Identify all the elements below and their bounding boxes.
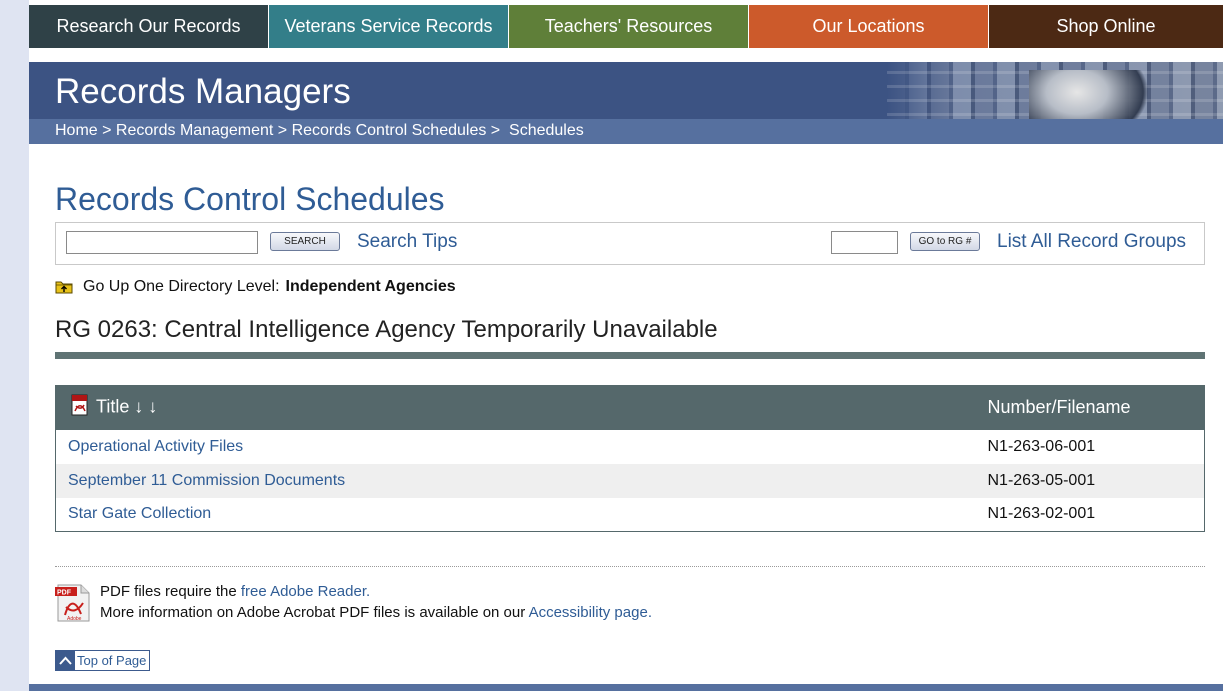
search-tips-link[interactable]: Search Tips	[357, 231, 457, 253]
table-row: September 11 Commission Documents N1-263…	[55, 463, 1205, 498]
go-to-rg-button[interactable]: GO to RG #	[910, 232, 980, 251]
svg-text:Adobe: Adobe	[67, 616, 82, 622]
breadcrumb-records-management[interactable]: Records Management	[116, 122, 273, 139]
pdf-note-period: .	[647, 604, 652, 621]
pdf-icon	[70, 394, 90, 421]
table-row: Star Gate Collection N1-263-02-001	[56, 498, 1205, 532]
adobe-reader-link[interactable]: free Adobe Reader	[241, 583, 366, 600]
top-of-page-label: Top of Page	[77, 653, 147, 668]
banner-title: Records Managers	[55, 72, 351, 111]
column-header-number: Number/Filename	[987, 397, 1131, 418]
page-title: Records Control Schedules	[55, 181, 445, 217]
column-header-title-label: Title ↓ ↓	[96, 396, 158, 417]
top-navigation: Research Our Records Veterans Service Re…	[29, 0, 1223, 49]
nav-tab-our-locations[interactable]: Our Locations	[749, 5, 988, 48]
top-of-page-link[interactable]: Top of Page	[55, 650, 151, 671]
page: Research Our Records Veterans Service Re…	[29, 0, 1223, 691]
pdf-note-line-1: PDF files require the free Adobe Reader.	[100, 583, 370, 600]
schedule-title-link[interactable]: Operational Activity Files	[56, 430, 986, 464]
nav-tab-veterans-service-records[interactable]: Veterans Service Records	[269, 5, 508, 48]
schedule-number: N1-263-02-001	[987, 505, 1096, 523]
accessibility-page-link[interactable]: Accessibility page	[529, 604, 648, 621]
schedule-title-link[interactable]: Star Gate Collection	[56, 498, 986, 532]
list-all-record-groups-link[interactable]: List All Record Groups	[997, 231, 1186, 253]
bottom-bar	[29, 684, 1223, 691]
breadcrumb-separator: >	[97, 122, 116, 139]
adobe-pdf-icon: PDF Adobe	[55, 583, 92, 623]
breadcrumb-separator: >	[273, 122, 292, 139]
go-up-label: Go Up One Directory Level:	[83, 278, 280, 295]
table-row: Operational Activity Files N1-263-06-001	[56, 430, 1205, 464]
schedule-title-link[interactable]: September 11 Commission Documents	[56, 464, 986, 498]
svg-text:PDF: PDF	[57, 590, 72, 597]
breadcrumb: Home > Records Management > Records Cont…	[55, 122, 584, 140]
pdf-note-period: .	[366, 583, 371, 600]
folder-up-icon[interactable]	[55, 280, 73, 294]
nav-tab-research-our-records[interactable]: Research Our Records	[29, 5, 268, 48]
schedule-number: N1-263-06-001	[987, 437, 1096, 455]
heading-divider	[55, 352, 1205, 359]
schedule-number: N1-263-05-001	[987, 471, 1096, 489]
pdf-note-text: More information on Adobe Acrobat PDF fi…	[100, 604, 529, 621]
column-header-title[interactable]: Title ↓ ↓	[56, 386, 986, 430]
footer-divider	[55, 566, 1205, 567]
search-button[interactable]: SEARCH	[270, 232, 340, 251]
nav-tab-teachers-resources[interactable]: Teachers' Resources	[509, 5, 748, 48]
breadcrumb-schedules: Schedules	[509, 122, 584, 139]
search-panel: SEARCH Search Tips GO to RG # List All R…	[55, 222, 1205, 265]
chevron-up-icon	[56, 651, 75, 670]
pdf-note-text: PDF files require the	[100, 583, 241, 600]
pdf-note-line-2: More information on Adobe Acrobat PDF fi…	[100, 604, 652, 621]
go-up-directory: Go Up One Directory Level: Independent A…	[55, 278, 456, 296]
breadcrumb-records-control-schedules[interactable]: Records Control Schedules	[292, 122, 487, 139]
breadcrumb-separator: >	[486, 122, 510, 139]
breadcrumb-home[interactable]: Home	[55, 122, 98, 139]
record-group-number-input[interactable]	[831, 231, 898, 254]
page-banner: Records Managers Home > Records Manageme…	[29, 62, 1223, 144]
go-up-target-link[interactable]: Independent Agencies	[286, 278, 456, 296]
table-header-row: Title ↓ ↓ Number/Filename	[55, 385, 1205, 430]
schedules-table: Title ↓ ↓ Number/Filename Operational Ac…	[55, 385, 1205, 532]
search-input[interactable]	[66, 231, 258, 254]
nav-tab-shop-online[interactable]: Shop Online	[989, 5, 1223, 48]
record-group-heading: RG 0263: Central Intelligence Agency Tem…	[55, 316, 718, 343]
